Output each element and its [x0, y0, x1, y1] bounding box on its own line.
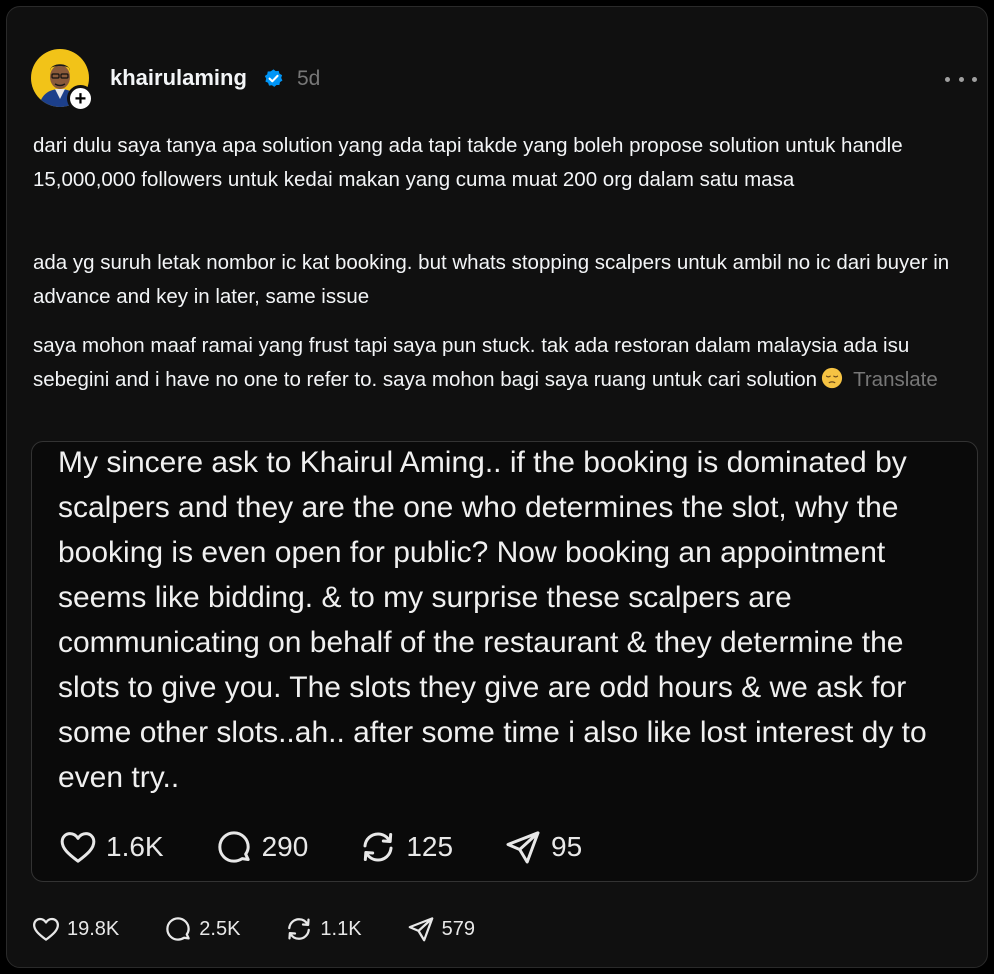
- quoted-post-actions: 1.6K 290 125 95: [58, 827, 632, 867]
- username[interactable]: khairulaming: [110, 65, 247, 91]
- repost-icon: [288, 918, 311, 940]
- comment-icon: [217, 831, 250, 863]
- repost-count: 1.1K: [320, 917, 362, 940]
- post-paragraph-3: saya mohon maaf ramai yang frust tapi sa…: [33, 329, 983, 397]
- quoted-share-button[interactable]: 95: [503, 827, 582, 867]
- reply-button[interactable]: 2.5K: [163, 914, 240, 944]
- post-paragraph-1: dari dulu saya tanya apa solution yang a…: [33, 134, 903, 191]
- share-icon: [506, 831, 540, 864]
- quoted-like-button[interactable]: 1.6K: [58, 827, 164, 867]
- thread-post-card: + khairulaming 5d dari dulu saya tanya a…: [6, 6, 988, 968]
- share-icon: [408, 917, 433, 942]
- quoted-repost-count: 125: [406, 831, 454, 862]
- post-timestamp[interactable]: 5d: [297, 67, 320, 91]
- translate-link[interactable]: Translate: [853, 368, 938, 391]
- quoted-post[interactable]: My sincere ask to Khairul Aming.. if the…: [31, 441, 978, 882]
- post-paragraph-2: ada yg suruh letak nombor ic kat booking…: [33, 251, 950, 308]
- reply-count: 2.5K: [199, 917, 241, 940]
- quoted-reply-count: 290: [261, 831, 309, 862]
- share-count: 579: [441, 917, 475, 940]
- pensive-face-icon: [821, 367, 843, 389]
- post-paragraph-3-text: saya mohon maaf ramai yang frust tapi sa…: [33, 334, 910, 391]
- heart-icon: [60, 832, 96, 863]
- quoted-share-count: 95: [551, 831, 583, 862]
- repost-button[interactable]: 1.1K: [284, 914, 362, 944]
- repost-icon: [363, 832, 393, 862]
- more-options-icon[interactable]: [945, 67, 977, 91]
- like-button[interactable]: 19.8K: [31, 914, 119, 944]
- quoted-reply-button[interactable]: 290: [214, 827, 309, 867]
- heart-icon: [33, 917, 59, 941]
- share-button[interactable]: 579: [406, 914, 475, 944]
- post-actions: 19.8K 2.5K 1.1K 579: [31, 914, 519, 944]
- like-count: 19.8K: [67, 917, 120, 940]
- quoted-post-text: My sincere ask to Khairul Aming.. if the…: [58, 446, 927, 794]
- verified-badge-icon: [264, 69, 283, 87]
- follow-plus-icon[interactable]: +: [67, 85, 94, 112]
- comment-icon: [166, 917, 191, 941]
- quoted-like-count: 1.6K: [106, 831, 164, 862]
- quoted-repost-button[interactable]: 125: [358, 827, 453, 867]
